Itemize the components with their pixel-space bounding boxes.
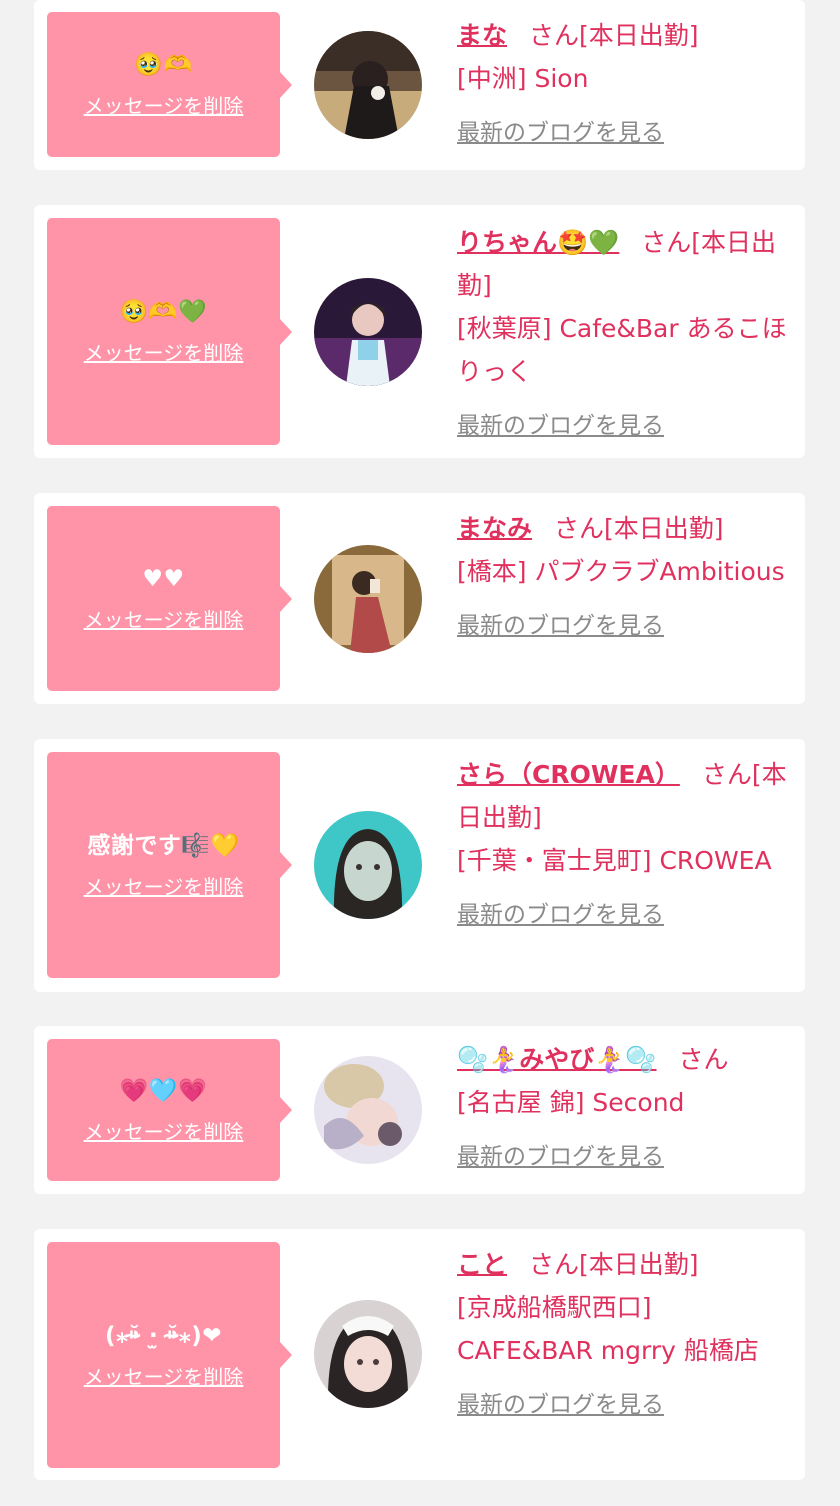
honorific: さん [641, 228, 692, 257]
latest-blog-link[interactable]: 最新のブログを見る [457, 605, 664, 648]
status-text: [本日出勤] [579, 1250, 699, 1279]
cast-name-link[interactable]: りちゃん🤩💚 [457, 228, 619, 257]
shop-text: [名古屋 錦] Second [457, 1088, 685, 1117]
message-bubble: ♥♥ メッセージを削除 [47, 506, 292, 691]
message-bubble: 💗🩵💗 メッセージを削除 [47, 1039, 292, 1181]
message-bubble: 感謝です🎼💛 メッセージを削除 [47, 752, 292, 978]
cast-info: まな さん[本日出勤] [中洲] Sion 最新のブログを見る [457, 14, 792, 155]
message-text: 🥹🫶💚 [119, 299, 208, 325]
latest-blog-link[interactable]: 最新のブログを見る [457, 405, 664, 448]
honorific: さん [678, 1045, 729, 1074]
shop-text: [橋本] パブクラブAmbitious [457, 557, 785, 586]
latest-blog-link[interactable]: 最新のブログを見る [457, 112, 664, 155]
shop-text: [秋葉原] Cafe&Bar あるこほりっく [457, 314, 787, 386]
message-card: 🥹🫶💚 メッセージを削除 りちゃん🤩💚 さん[本日出勤] [秋葉原] Cafe&B… [34, 205, 805, 458]
delete-message-link[interactable]: メッセージを削除 [84, 337, 244, 366]
cast-name-link[interactable]: まなみ [457, 514, 532, 543]
latest-blog-link[interactable]: 最新のブログを見る [457, 894, 664, 937]
avatar[interactable] [314, 278, 422, 386]
shop-text: [京成船橋駅西口] CAFE&BAR mgrry 船橋店 [457, 1293, 759, 1365]
avatar[interactable] [314, 31, 422, 139]
cast-name-link[interactable]: まな [457, 21, 507, 50]
avatar[interactable] [314, 811, 422, 919]
latest-blog-link[interactable]: 最新のブログを見る [457, 1136, 664, 1179]
honorific: さん [701, 760, 752, 789]
delete-message-link[interactable]: メッセージを削除 [84, 604, 244, 633]
message-text: 感謝です🎼💛 [87, 832, 240, 859]
shop-text: [中洲] Sion [457, 64, 589, 93]
cast-name-link[interactable]: さら（CROWEA） [457, 760, 680, 789]
honorific: さん [529, 21, 580, 50]
avatar[interactable] [314, 545, 422, 653]
message-bubble: 🥹🫶 メッセージを削除 [47, 12, 292, 157]
delete-message-link[interactable]: メッセージを削除 [84, 90, 244, 119]
delete-message-link[interactable]: メッセージを削除 [84, 1116, 244, 1145]
message-card: ♥♥ メッセージを削除 まなみ さん[本日出勤] [橋本] パブクラブAmbiti… [34, 493, 805, 704]
shop-text: [千葉・富士見町] CROWEA [457, 846, 772, 875]
delete-message-link[interactable]: メッセージを削除 [84, 1361, 244, 1390]
cast-name-link[interactable]: こと [457, 1250, 507, 1279]
message-text: 🥹🫶 [134, 52, 193, 78]
cast-info: さら（CROWEA） さん[本日出勤] [千葉・富士見町] CROWEA 最新のブ… [457, 753, 792, 937]
message-card: 💗🩵💗 メッセージを削除 🫧🧜‍♀️みやび🧜‍♀️🫧 さん [名古屋 錦] Sec… [34, 1026, 805, 1194]
message-card: (⁎⁍̴̆ ·̫ ⁍̴̆⁎)❤ メッセージを削除 こと さん[本日出勤] [京成船… [34, 1229, 805, 1480]
status-text: [本日出勤] [579, 21, 699, 50]
message-text: 💗🩵💗 [119, 1077, 208, 1104]
cast-info: こと さん[本日出勤] [京成船橋駅西口] CAFE&BAR mgrry 船橋店 … [457, 1243, 792, 1427]
message-text: ♥♥ [142, 566, 185, 592]
cast-info: りちゃん🤩💚 さん[本日出勤] [秋葉原] Cafe&Bar あるこほりっく 最新… [457, 221, 792, 448]
cast-info: 🫧🧜‍♀️みやび🧜‍♀️🫧 さん [名古屋 錦] Second 最新のブログを見る [457, 1038, 792, 1179]
message-bubble: (⁎⁍̴̆ ·̫ ⁍̴̆⁎)❤ メッセージを削除 [47, 1242, 292, 1468]
latest-blog-link[interactable]: 最新のブログを見る [457, 1384, 664, 1427]
message-bubble: 🥹🫶💚 メッセージを削除 [47, 218, 292, 445]
avatar[interactable] [314, 1056, 422, 1164]
avatar[interactable] [314, 1300, 422, 1408]
delete-message-link[interactable]: メッセージを削除 [84, 871, 244, 900]
honorific: さん [529, 1250, 580, 1279]
cast-info: まなみ さん[本日出勤] [橋本] パブクラブAmbitious 最新のブログを見… [457, 507, 792, 648]
message-card: 🥹🫶 メッセージを削除 まな さん[本日出勤] [中洲] Sion 最新のブログを… [34, 0, 805, 170]
honorific: さん [554, 514, 605, 543]
cast-name-link[interactable]: 🫧🧜‍♀️みやび🧜‍♀️🫧 [457, 1045, 657, 1074]
message-card: 感謝です🎼💛 メッセージを削除 さら（CROWEA） さん[本日出勤] [千葉・富… [34, 739, 805, 992]
status-text: [本日出勤] [604, 514, 724, 543]
message-text: (⁎⁍̴̆ ·̫ ⁍̴̆⁎)❤ [104, 1322, 223, 1349]
